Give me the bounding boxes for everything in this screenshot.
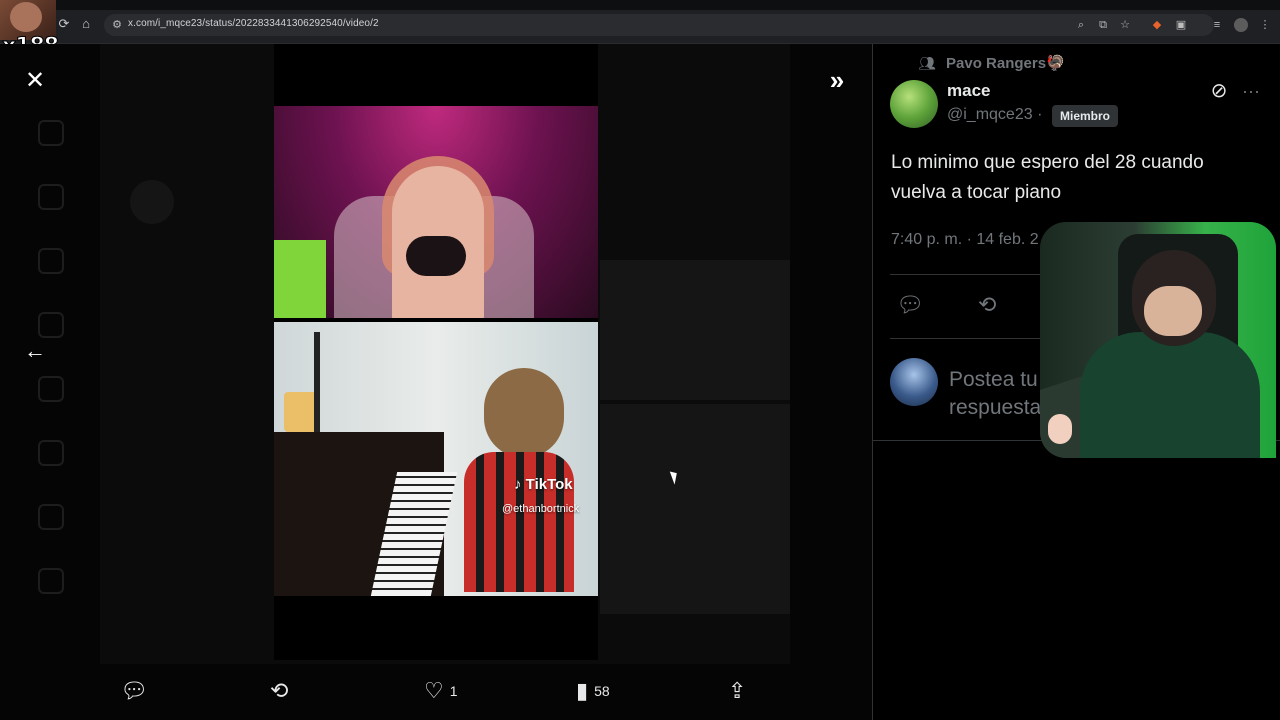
double-chevron-right-icon[interactable]: » <box>822 66 852 96</box>
url-text[interactable]: x.com/i_mqce23/status/202283344130629254… <box>128 18 379 29</box>
profile-avatar[interactable] <box>1234 18 1248 32</box>
share-icon: ⇪ <box>728 678 747 703</box>
people-icon: 👥︎ <box>918 55 936 71</box>
views-button[interactable]: ▮ 58 <box>576 676 610 706</box>
like-count: 1 <box>449 683 458 699</box>
author-display-name[interactable]: mace <box>947 81 990 101</box>
bookmark-star-icon[interactable]: ☆ <box>1118 18 1132 32</box>
member-badge: Miembro <box>1052 105 1119 127</box>
zoom-icon[interactable]: ⌕ <box>1074 18 1088 32</box>
tiktok-logo-icon: ♪ <box>514 476 522 493</box>
author-avatar[interactable] <box>890 80 938 128</box>
tiktok-label: TikTok <box>525 476 573 493</box>
heart-icon: ♡ <box>424 678 444 703</box>
repost-button[interactable]: ⟲ <box>270 676 294 706</box>
arrow-left-icon[interactable]: ← <box>20 336 50 366</box>
post-timestamp[interactable]: 7:40 p. m. · 14 feb. 2 <box>891 231 1039 249</box>
share-button[interactable]: ⇪ <box>728 676 752 706</box>
tiktok-watermark: ♪ TikTok <box>514 476 573 493</box>
reload-icon[interactable]: ⟳ <box>56 16 72 32</box>
post-action-bar: 💬︎ ⟲ ♡ 1 ▮ 58 ⇪ <box>110 676 770 706</box>
bar-chart-icon: ▮ <box>576 678 589 703</box>
community-name[interactable]: Pavo Rangers🦃 <box>920 54 1065 72</box>
reply-icon: 💬︎ <box>120 678 148 703</box>
current-user-avatar <box>890 358 938 406</box>
like-button[interactable]: ♡ 1 <box>424 676 458 706</box>
close-icon[interactable]: ✕ <box>20 66 50 96</box>
extensions-puzzle-icon[interactable]: ▣ <box>1174 18 1188 32</box>
reply-input[interactable]: Postea tu respuesta <box>949 366 1049 422</box>
dimmed-media <box>600 260 790 400</box>
views-count: 58 <box>594 683 610 699</box>
grok-icon[interactable]: ⊘ <box>1208 80 1230 102</box>
reply-icon[interactable]: 💬︎ <box>896 292 924 318</box>
dimmed-sidebar <box>30 120 74 680</box>
reply-button[interactable]: 💬︎ <box>120 676 154 706</box>
dimmed-media-2 <box>600 404 790 614</box>
browser-menu-icon[interactable]: ⋮ <box>1258 18 1272 32</box>
translate-icon[interactable]: ⧉ <box>1096 18 1110 32</box>
dimmed-avatar <box>130 180 174 224</box>
video-frame-top <box>274 106 598 318</box>
site-info-icon[interactable]: ⚙ <box>110 18 124 32</box>
browser-tabstrip <box>0 0 1280 10</box>
more-icon[interactable]: ··· <box>1240 80 1262 102</box>
repost-icon[interactable]: ⟲ <box>978 292 996 318</box>
media-control-icon[interactable]: ≡ <box>1210 18 1224 32</box>
extension-icon[interactable]: ◆ <box>1150 18 1164 32</box>
post-text: Lo minimo que espero del 28 cuando vuelv… <box>891 152 1204 203</box>
repost-icon: ⟲ <box>270 678 289 703</box>
home-icon[interactable]: ⌂ <box>78 16 94 32</box>
video-frame-bottom <box>274 322 598 596</box>
author-handle[interactable]: @i_mqce23 · <box>947 106 1042 124</box>
tiktok-handle: @ethanbortnick <box>502 503 580 515</box>
streamer-webcam <box>1040 222 1276 458</box>
